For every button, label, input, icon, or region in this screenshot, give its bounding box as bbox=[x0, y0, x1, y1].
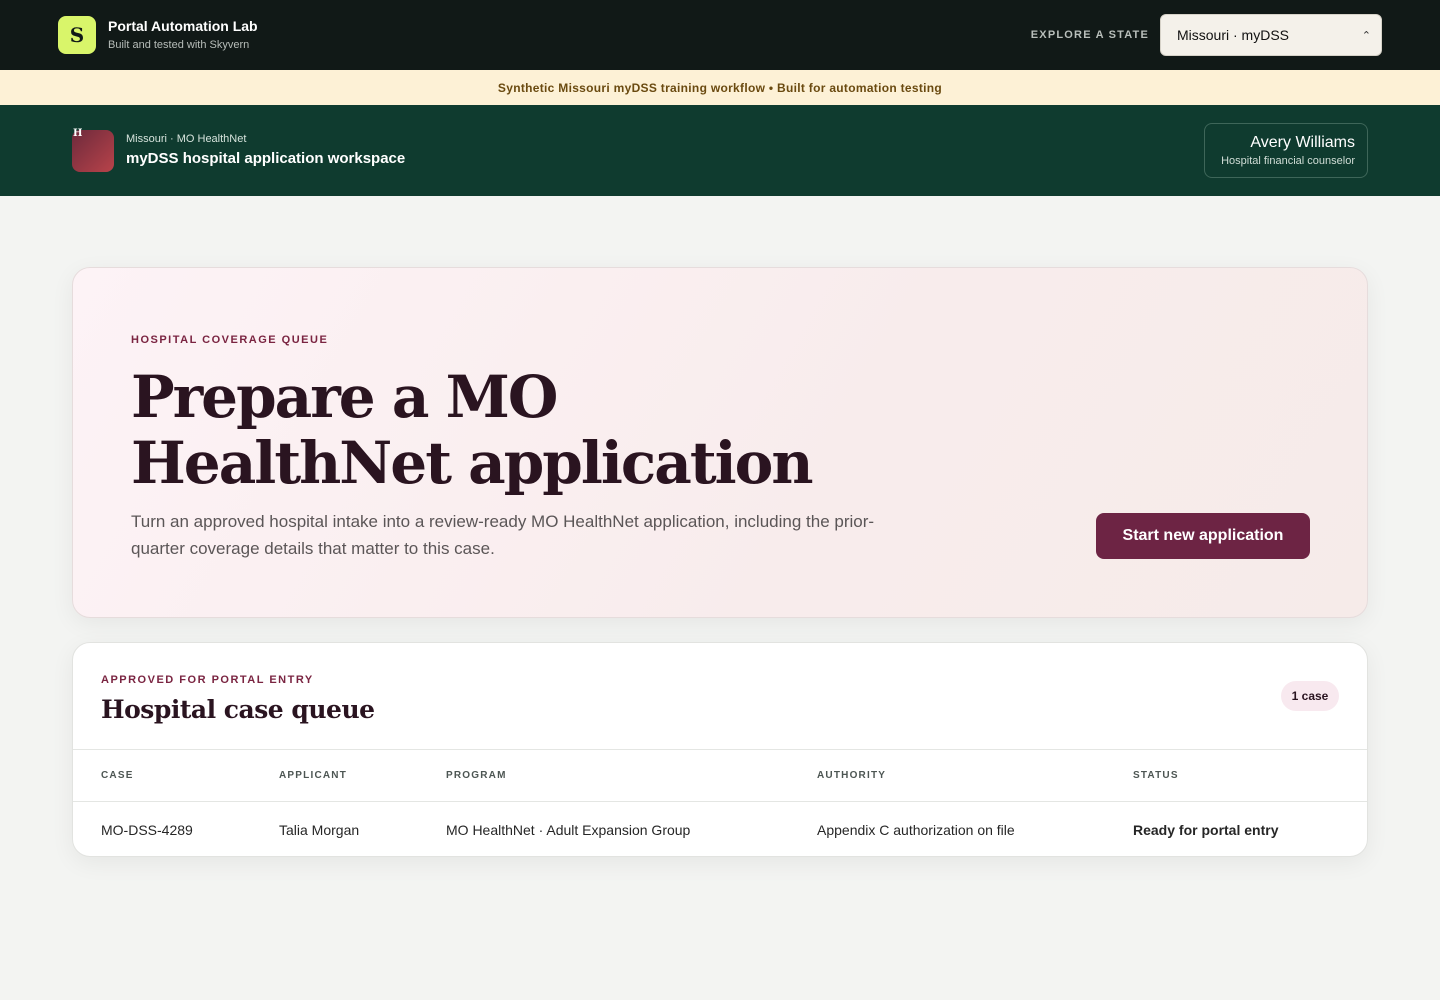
authority-cell: Appendix C authorization on file bbox=[817, 821, 1015, 838]
notice-text: Synthetic Missouri myDSS training workfl… bbox=[497, 80, 943, 95]
queue-title: Hospital case queue bbox=[101, 695, 375, 724]
agency-logo: H bbox=[72, 127, 114, 172]
lab-header: S Portal Automation Lab Built and tested… bbox=[0, 0, 1440, 70]
table-row[interactable]: MO-DSS-4289 Talia Morgan MO HealthNet · … bbox=[73, 802, 1367, 857]
state-select-value: Missouri · myDSS bbox=[1177, 27, 1290, 43]
chevron-down-icon: ⌃ bbox=[1361, 29, 1371, 42]
start-new-application-button[interactable]: Start new application bbox=[1096, 513, 1310, 559]
hero-description: Turn an approved hospital intake into a … bbox=[131, 512, 875, 558]
column-header-authority: AUTHORITY bbox=[817, 749, 1133, 802]
state-select[interactable]: Missouri · myDSS ⌃ bbox=[1160, 14, 1382, 56]
agency-header: H Missouri · MO HealthNet myDSS hospital… bbox=[0, 105, 1440, 196]
hero-eyebrow: HOSPITAL COVERAGE QUEUE bbox=[131, 334, 329, 346]
case-count-badge: 1 case bbox=[1281, 681, 1339, 711]
lab-logo[interactable]: S bbox=[58, 16, 96, 54]
case-queue-card: APPROVED FOR PORTAL ENTRY Hospital case … bbox=[72, 642, 1368, 857]
agency-subtitle: Missouri · MO HealthNet bbox=[126, 133, 247, 145]
explore-state-label: EXPLORE A STATE bbox=[1030, 29, 1149, 41]
case-id-cell: MO-DSS-4289 bbox=[101, 821, 193, 838]
lab-title: Portal Automation Lab bbox=[108, 18, 258, 34]
training-notice-banner: Synthetic Missouri myDSS training workfl… bbox=[0, 70, 1440, 105]
page-title: Prepare a MO HealthNet application bbox=[131, 363, 814, 497]
column-header-status: STATUS bbox=[1133, 749, 1367, 802]
status-cell: Ready for portal entry bbox=[1133, 821, 1279, 838]
user-role: Hospital financial counselor bbox=[1221, 154, 1355, 167]
column-header-case: CASE bbox=[73, 749, 279, 802]
agency-logo-letter: H bbox=[73, 127, 83, 139]
user-name: Avery Williams bbox=[1250, 133, 1355, 151]
lab-branding: Portal Automation Lab Built and tested w… bbox=[108, 17, 258, 53]
queue-eyebrow: APPROVED FOR PORTAL ENTRY bbox=[101, 674, 314, 686]
column-header-applicant: APPLICANT bbox=[279, 749, 446, 802]
program-cell: MO HealthNet · Adult Expansion Group bbox=[446, 821, 691, 838]
hero-card: HOSPITAL COVERAGE QUEUE Prepare a MO Hea… bbox=[72, 267, 1368, 618]
table-header-row: CASE APPLICANT PROGRAM AUTHORITY STATUS bbox=[73, 749, 1367, 802]
workspace-title: myDSS hospital application workspace bbox=[126, 150, 406, 167]
column-header-program: PROGRAM bbox=[446, 749, 817, 802]
agency-branding: Missouri · MO HealthNet myDSS hospital a… bbox=[126, 132, 405, 169]
lab-subtitle: Built and tested with Skyvern bbox=[108, 39, 250, 51]
user-profile-chip[interactable]: Avery Williams Hospital financial counse… bbox=[1204, 123, 1368, 178]
case-table: CASE APPLICANT PROGRAM AUTHORITY STATUS … bbox=[73, 749, 1367, 857]
state-explorer: EXPLORE A STATE Missouri · myDSS ⌃ bbox=[1031, 14, 1382, 56]
applicant-cell: Talia Morgan bbox=[279, 821, 360, 838]
